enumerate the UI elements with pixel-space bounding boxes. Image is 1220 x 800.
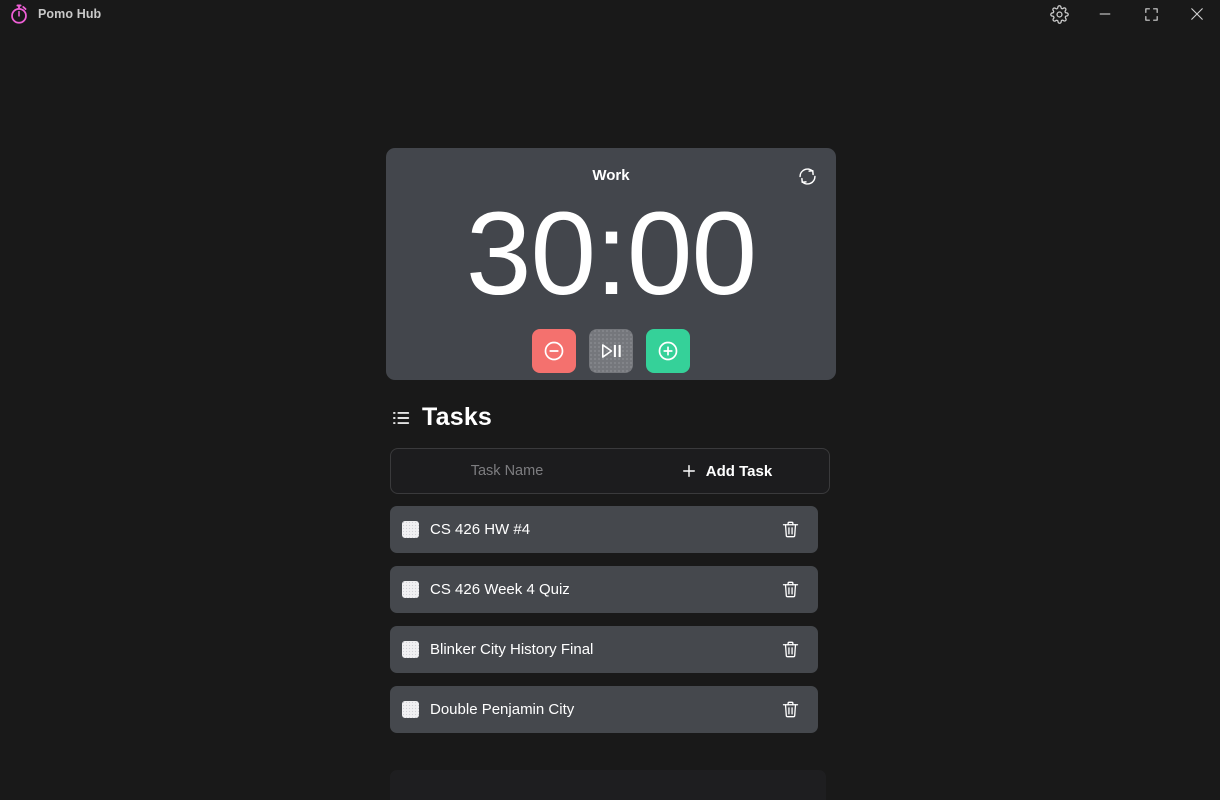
task-checkbox[interactable] [402, 701, 419, 718]
task-label: CS 426 HW #4 [430, 521, 531, 538]
tasks-header: Tasks [386, 403, 836, 432]
add-task-button[interactable]: Add Task [623, 449, 829, 493]
task-label: CS 426 Week 4 Quiz [430, 581, 570, 598]
task-label: Blinker City History Final [430, 641, 594, 658]
task-checkbox[interactable] [402, 521, 419, 538]
task-name-input[interactable] [391, 449, 623, 493]
delete-task-button[interactable] [776, 576, 804, 604]
settings-button[interactable] [1036, 0, 1082, 28]
task-item[interactable]: Double Penjamin City [390, 686, 818, 733]
timer-controls [386, 329, 836, 373]
play-pause-icon [601, 344, 621, 358]
maximize-button[interactable] [1128, 0, 1174, 28]
app-brand: Pomo Hub [8, 3, 101, 25]
task-checkbox[interactable] [402, 581, 419, 598]
task-list-viewport: CS 426 HW #4 CS 426 Week 4 Quiz Blinker Ci… [390, 506, 830, 768]
task-label: Double Penjamin City [430, 701, 575, 718]
center-column: Work 30:00 Tasks Task Name Add Task CS 4… [386, 148, 836, 800]
increase-time-button[interactable] [646, 329, 690, 373]
trash-icon [782, 521, 798, 538]
stopwatch-icon [11, 4, 27, 24]
tasks-section-title: Tasks [422, 403, 493, 431]
timer-header: Work [386, 163, 836, 189]
close-icon [1191, 8, 1203, 20]
app-title: Pomo Hub [38, 7, 102, 21]
trash-icon [782, 641, 798, 658]
gear-icon [1049, 4, 1069, 24]
list-icon [393, 411, 410, 424]
add-task-label: Add Task [705, 462, 773, 480]
plus-icon [682, 465, 695, 477]
trash-icon [782, 701, 798, 718]
app-body: Work 30:00 Tasks Task Name Add Task CS 4… [0, 28, 1220, 800]
decrease-time-button[interactable] [532, 329, 576, 373]
maximize-icon [1144, 7, 1158, 21]
titlebar: Pomo Hub [0, 0, 1220, 28]
minimize-button[interactable] [1082, 0, 1128, 28]
task-item[interactable]: CS 426 HW #4 [390, 506, 818, 553]
trash-icon [782, 581, 798, 598]
timer-reset-button[interactable] [792, 161, 822, 191]
task-checkbox[interactable] [402, 641, 419, 658]
task-item[interactable]: CS 426 Week 4 Quiz [390, 566, 818, 613]
minimize-icon [1099, 13, 1111, 15]
timer-card: Work 30:00 [386, 148, 836, 380]
timer-mode-label: Work [592, 167, 630, 184]
add-task-row: Add Task [390, 448, 830, 494]
task-item-partial[interactable] [390, 770, 826, 800]
window-controls [1036, 0, 1220, 28]
task-item[interactable]: Blinker City History Final [390, 626, 818, 673]
minus-circle-icon [544, 341, 564, 361]
close-button[interactable] [1174, 0, 1220, 28]
delete-task-button[interactable] [776, 696, 804, 724]
timer-display: 30:00 [465, 188, 757, 320]
play-pause-button[interactable] [589, 329, 633, 373]
task-list: CS 426 HW #4 CS 426 Week 4 Quiz Blinker Ci… [390, 506, 830, 733]
refresh-icon [798, 167, 816, 185]
plus-circle-icon [658, 341, 678, 361]
delete-task-button[interactable] [776, 516, 804, 544]
delete-task-button[interactable] [776, 636, 804, 664]
